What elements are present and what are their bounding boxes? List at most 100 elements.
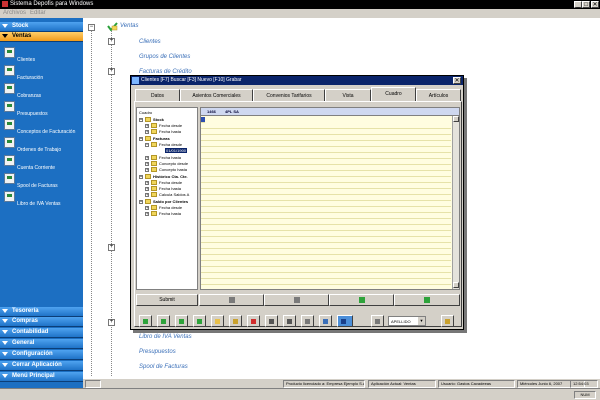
chevron-down-icon (2, 352, 8, 356)
nav-first-button[interactable] (199, 294, 264, 306)
folder-icon (151, 192, 157, 197)
tab-cuadro[interactable]: Cuadro (371, 87, 416, 102)
sidebar-item-libro-iva[interactable]: Libro de IVA Ventas (0, 189, 83, 211)
sidebar-group-general[interactable]: General (0, 339, 83, 349)
first-record-button[interactable] (139, 315, 152, 327)
edit-record-button[interactable] (229, 315, 242, 327)
folder-icon (151, 180, 157, 185)
sidebar-group-label: Configuración (12, 351, 53, 357)
window-title-bar: Sistema Depofis para Windows _ □ ✕ (0, 0, 600, 9)
tree-expand-toggle[interactable]: + (108, 319, 115, 326)
tree-node-spool[interactable]: Spool de Facturas (139, 364, 188, 370)
budget-icon (4, 101, 15, 112)
status-time: 12:54:03 (570, 380, 598, 388)
chevron-down-icon (2, 319, 8, 323)
prev-record-button[interactable] (157, 315, 170, 327)
folder-icon (151, 155, 157, 160)
tree-node-grupos[interactable]: Grupos de Clientes (139, 54, 190, 60)
arrow-next-icon (179, 319, 184, 324)
tab-vista[interactable]: Vista (325, 89, 371, 101)
sidebar-group-label: Tesorería (12, 308, 39, 314)
sort-icon (375, 319, 380, 324)
tree-collapse-toggle[interactable]: − (88, 24, 95, 31)
delete-icon (251, 319, 256, 324)
print-button[interactable] (319, 315, 332, 327)
arrow-last-icon (197, 319, 202, 324)
folder-icon (151, 161, 157, 166)
new-record-button[interactable] (211, 315, 224, 327)
maximize-button[interactable]: □ (582, 1, 590, 8)
sidebar-group-contabilidad[interactable]: Contabilidad (0, 328, 83, 338)
scroll-down-button[interactable] (453, 282, 459, 288)
collections-icon (4, 83, 15, 94)
sidebar-item-label: Libro de IVA Ventas (17, 201, 61, 207)
sidebar-group-compras[interactable]: Compras (0, 317, 83, 327)
nav-prev-button[interactable] (264, 294, 329, 306)
clientes-dialog: Clientes [F7] Buscar [F3] Nuevo [F10] Gr… (130, 75, 464, 330)
exit-icon (445, 319, 450, 324)
folder-icon (145, 174, 151, 179)
tree-expand-toggle[interactable]: + (108, 38, 115, 45)
sidebar-group-label: Menú Principal (12, 373, 55, 379)
dialog-close-button[interactable]: ✕ (453, 77, 461, 84)
chevron-down-icon (2, 363, 8, 367)
sidebar-group-cerrar[interactable]: Cerrar Aplicación (0, 361, 83, 371)
status-icon (85, 380, 101, 388)
nav-first-icon (228, 297, 235, 303)
refresh-button[interactable] (301, 315, 314, 327)
sidebar-group-menu-principal[interactable]: Menú Principal (0, 372, 83, 382)
order-by-select[interactable]: APELLIDO ▼ (388, 316, 426, 326)
search-button[interactable] (337, 315, 353, 327)
close-button[interactable]: ✕ (591, 1, 599, 8)
exit-button[interactable] (441, 315, 454, 327)
folder-icon (151, 186, 157, 191)
tab-datos[interactable]: Datos (135, 89, 180, 101)
refresh-icon (305, 319, 310, 324)
tab-asientos[interactable]: Asientos Comerciales (180, 89, 253, 101)
folder-icon (151, 129, 157, 134)
tree-root-label[interactable]: Ventas (120, 23, 138, 29)
tree-expand-toggle[interactable]: + (108, 68, 115, 75)
cuadro-tree[interactable]: Cuadro − Stock + Fecha desde + Fecha hasta … (136, 107, 198, 290)
tree-node-clientes[interactable]: Clientes (139, 39, 161, 45)
tab-articulos[interactable]: Artículos (416, 89, 461, 101)
tree-node-libro-iva[interactable]: Libro de IVA Ventas (139, 334, 192, 340)
tree-node-presupuestos[interactable]: Presupuestos (139, 349, 176, 355)
cancel-button[interactable] (283, 315, 296, 327)
search-icon (341, 319, 346, 324)
app-icon (2, 1, 8, 7)
data-grid[interactable]: 1466 4PL SA (200, 107, 460, 290)
save-button[interactable] (265, 315, 278, 327)
folder-icon (151, 142, 157, 147)
sidebar-group-tesoreria[interactable]: Tesorería (0, 307, 83, 317)
sidebar-bottom-groups: Tesorería Compras Contabilidad General C… (0, 307, 83, 400)
scroll-up-button[interactable] (453, 116, 459, 122)
account-icon (4, 155, 15, 166)
tree-expand-toggle[interactable]: + (108, 244, 115, 251)
nav-next-icon (358, 297, 365, 303)
nav-last-button[interactable] (394, 294, 460, 306)
sidebar-group-ventas[interactable]: Ventas (0, 32, 83, 42)
delete-record-button[interactable] (247, 315, 260, 327)
grid-scrollbar[interactable] (452, 116, 459, 289)
sort-button[interactable] (371, 315, 384, 327)
sidebar-group-configuracion[interactable]: Configuración (0, 350, 83, 360)
grid-row[interactable] (201, 279, 451, 285)
next-record-button[interactable] (175, 315, 188, 327)
submit-button[interactable]: Submit (136, 294, 198, 306)
sidebar-group-label: Ventas (12, 33, 32, 39)
menu-archivos[interactable]: Archivos (3, 10, 26, 16)
sidebar-group-stock[interactable]: Stock (0, 22, 83, 32)
minimize-button[interactable]: _ (574, 1, 582, 8)
last-record-button[interactable] (193, 315, 206, 327)
tab-convenios[interactable]: Convenios Tarifarios (253, 89, 325, 101)
arrow-prev-icon (161, 319, 166, 324)
folder-icon (151, 211, 157, 216)
nav-next-button[interactable] (329, 294, 394, 306)
grid-code: 1466 (207, 109, 216, 114)
arrow-first-icon (143, 319, 148, 324)
menu-editar[interactable]: Editar (30, 10, 46, 16)
chevron-down-icon (2, 34, 8, 38)
clients-icon (4, 47, 15, 58)
chevron-down-icon[interactable]: ▼ (418, 317, 425, 325)
